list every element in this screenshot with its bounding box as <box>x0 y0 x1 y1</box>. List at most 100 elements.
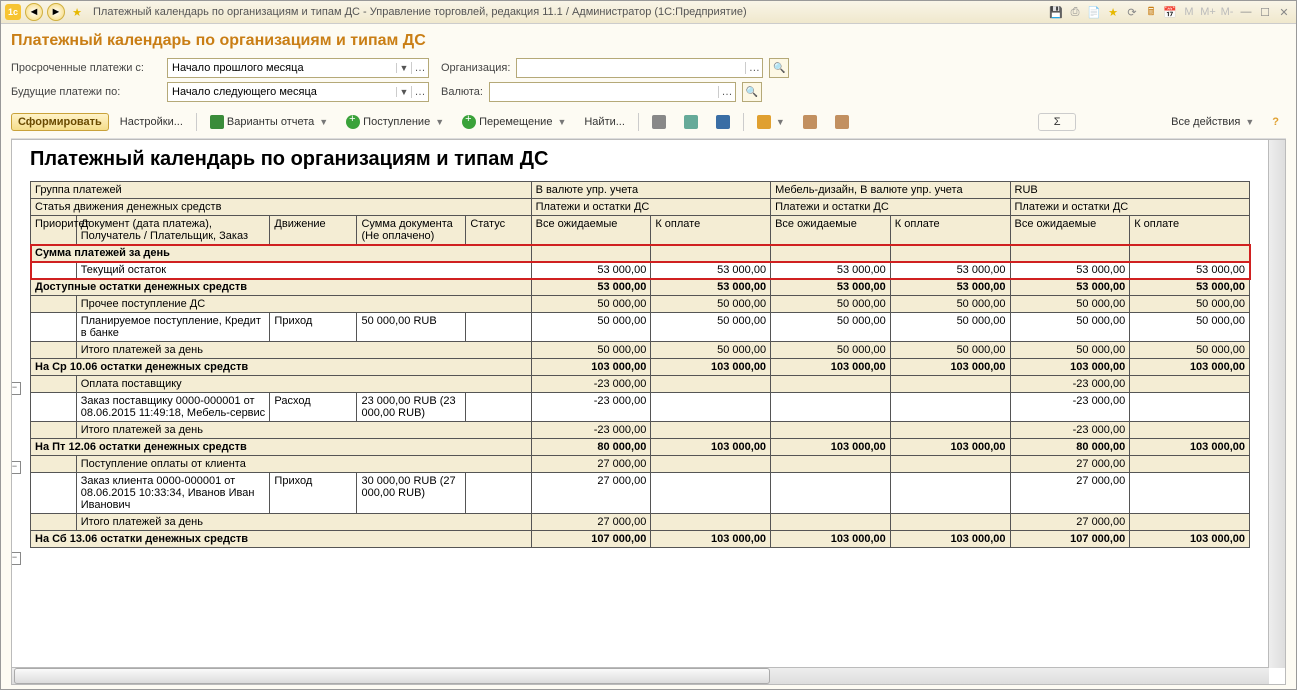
row-client-order: Заказ клиента 0000-000001 от 08.06.2015 … <box>31 473 1250 514</box>
export-button[interactable] <box>828 112 856 132</box>
row-sum-day: Сумма платежей за день <box>31 245 1250 262</box>
row-sat-1306: На Сб 13.06 остатки денежных средств 107… <box>31 531 1250 548</box>
row-fri-1206: На Пт 12.06 остатки денежных средств 80 … <box>31 439 1250 456</box>
history-icon[interactable]: ⟳ <box>1124 4 1140 20</box>
content: Платежный календарь по организациям и ти… <box>1 24 1296 689</box>
hdr-pay-c: Платежи и остатки ДС <box>771 199 1010 216</box>
doc-icon[interactable]: 📄 <box>1086 4 1102 20</box>
hdr-doc: Документ (дата платежа), Получатель / Пл… <box>76 216 270 245</box>
ellipsis-icon[interactable]: … <box>411 62 428 74</box>
transfer-button[interactable]: Перемещение▼ <box>455 112 573 132</box>
hdr-amount: Сумма документа (Не оплачено) <box>357 216 466 245</box>
grid-icon <box>803 115 817 129</box>
search-icon[interactable]: 🔍 <box>769 58 789 78</box>
ellipsis-icon[interactable]: … <box>718 86 735 98</box>
disk-icon <box>716 115 730 129</box>
row-available: Доступные остатки денежных средств 53 00… <box>31 279 1250 296</box>
report-icon <box>210 115 224 129</box>
row-wed-1006: На Ср 10.06 остатки денежных средств 103… <box>31 359 1250 376</box>
mminus-icon[interactable]: M- <box>1219 4 1235 20</box>
dropdown-icon[interactable]: ▼ <box>396 87 411 97</box>
currency-combo[interactable]: … <box>489 82 736 102</box>
printer-icon <box>652 115 666 129</box>
mail-button[interactable]: ▼ <box>750 112 792 132</box>
future-label: Будущие платежи по: <box>11 86 161 98</box>
org-label: Организация: <box>441 62 510 74</box>
m-icon[interactable]: M <box>1181 4 1197 20</box>
window-title: Платежный календарь по организациям и ти… <box>89 6 1044 18</box>
row-supplier-pay: Оплата поставщику -23 000,00 -23 000,00 <box>31 376 1250 393</box>
tree-toggle[interactable]: − <box>11 382 21 395</box>
preview-button[interactable] <box>677 112 705 132</box>
report-area[interactable]: Платежный календарь по организациям и ти… <box>11 139 1286 685</box>
report-title: Платежный календарь по организациям и ти… <box>30 148 1277 171</box>
print-button[interactable] <box>645 112 673 132</box>
nav-back-icon[interactable]: ◄ <box>25 3 43 21</box>
find-button[interactable]: Найти... <box>577 113 632 131</box>
print-icon[interactable]: ⎙ <box>1067 4 1083 20</box>
vertical-scrollbar[interactable] <box>1268 140 1285 668</box>
currency-input[interactable] <box>490 84 718 100</box>
hdr-priority: Приоритет <box>31 216 77 245</box>
overdue-label: Просроченные платежи с: <box>11 62 161 74</box>
mail-icon <box>757 115 771 129</box>
row-current-balance: Текущий остаток 53 000,0053 000,00 53 00… <box>31 262 1250 279</box>
income-button[interactable]: Поступление▼ <box>339 112 451 132</box>
saveas-button[interactable] <box>709 112 737 132</box>
save-icon[interactable]: 💾 <box>1048 4 1064 20</box>
toolbar: Сформировать Настройки... Варианты отчет… <box>11 108 1286 139</box>
variants-button[interactable]: Варианты отчета▼ <box>203 112 335 132</box>
hdr-topay: К оплате <box>651 216 771 245</box>
row-planned-income: Планируемое поступление, Кредит в банке … <box>31 313 1250 342</box>
hdr-cold: RUB <box>1010 182 1250 199</box>
row-supplier-order: Заказ поставщику 0000-000001 от 08.06.20… <box>31 393 1250 422</box>
calc-icon[interactable]: 🖩 <box>1143 4 1159 20</box>
overdue-input[interactable] <box>168 60 396 76</box>
dropdown-icon[interactable]: ▼ <box>396 63 411 73</box>
settings-button[interactable]: Настройки... <box>113 113 190 131</box>
ellipsis-icon[interactable]: … <box>745 62 762 74</box>
star-icon[interactable]: ★ <box>69 4 85 20</box>
horizontal-scrollbar[interactable] <box>12 667 1269 684</box>
row-total-day-1: Итого платежей за день 50 000,0050 000,0… <box>31 342 1250 359</box>
future-input[interactable] <box>168 84 396 100</box>
row-total-day-2: Итого платежей за день -23 000,00 -23 00… <box>31 422 1250 439</box>
hdr-pay-d: Платежи и остатки ДС <box>1010 199 1250 216</box>
app-icon: 1c <box>5 4 21 20</box>
mplus-icon[interactable]: M+ <box>1200 4 1216 20</box>
plus-icon <box>346 115 360 129</box>
hdr-expected: Все ожидаемые <box>771 216 891 245</box>
future-combo[interactable]: ▼ … <box>167 82 429 102</box>
row-other-income: Прочее поступление ДС 50 000,0050 000,00… <box>31 296 1250 313</box>
search-icon[interactable]: 🔍 <box>742 82 762 102</box>
hdr-cashflow: Статья движения денежных средств <box>31 199 532 216</box>
overdue-combo[interactable]: ▼ … <box>167 58 429 78</box>
tree-toggle[interactable]: − <box>11 461 21 474</box>
sum-button[interactable]: Σ <box>1038 113 1076 131</box>
org-combo[interactable]: … <box>516 58 763 78</box>
currency-label: Валюта: <box>441 86 483 98</box>
calendar-icon[interactable]: 📅 <box>1162 4 1178 20</box>
help-button[interactable]: ? <box>1265 113 1286 131</box>
row-total-day-3: Итого платежей за день 27 000,00 27 000,… <box>31 514 1250 531</box>
all-actions-button[interactable]: Все действия▼ <box>1164 113 1261 131</box>
minimize-icon[interactable]: — <box>1238 4 1254 20</box>
maximize-icon[interactable]: ☐ <box>1257 4 1273 20</box>
hdr-colb: В валюте упр. учета <box>531 182 770 199</box>
fav-icon[interactable]: ★ <box>1105 4 1121 20</box>
plus-icon <box>462 115 476 129</box>
titlebar: 1c ◄ ► ★ Платежный календарь по организа… <box>1 1 1296 24</box>
nav-fwd-icon[interactable]: ► <box>47 3 65 21</box>
hdr-status: Статус <box>466 216 531 245</box>
hdr-topay: К оплате <box>1130 216 1250 245</box>
table-button[interactable] <box>796 112 824 132</box>
report-table: Группа платежей В валюте упр. учета Мебе… <box>30 181 1250 548</box>
tree-toggle[interactable]: − <box>11 552 21 565</box>
hdr-pay-b: Платежи и остатки ДС <box>531 199 770 216</box>
close-icon[interactable]: ✕ <box>1276 4 1292 20</box>
preview-icon <box>684 115 698 129</box>
org-input[interactable] <box>517 60 745 76</box>
ellipsis-icon[interactable]: … <box>411 86 428 98</box>
hdr-group: Группа платежей <box>31 182 532 199</box>
generate-button[interactable]: Сформировать <box>11 113 109 131</box>
